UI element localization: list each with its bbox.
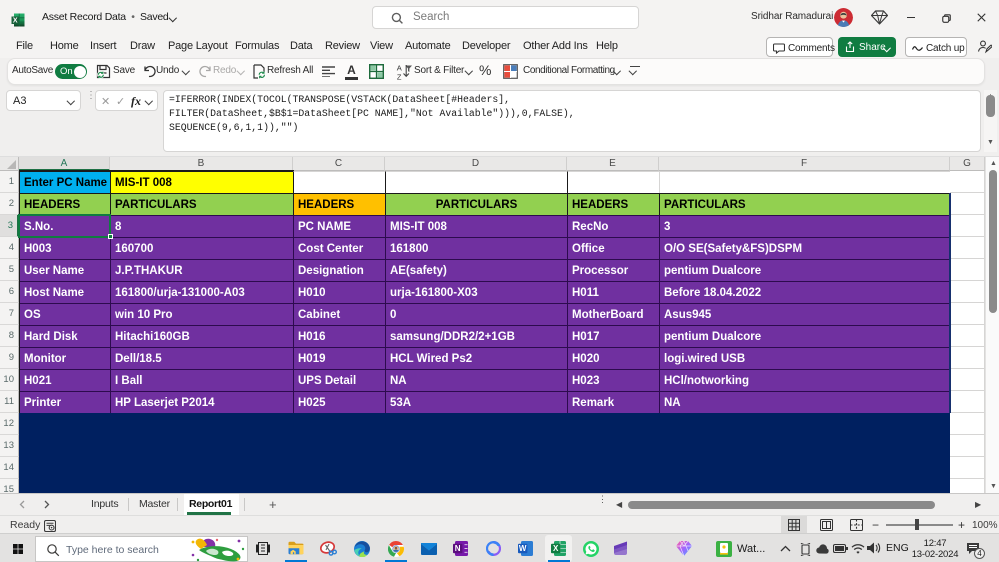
svg-text:X: X	[13, 18, 18, 25]
svg-text:X: X	[553, 544, 559, 553]
svg-text:A: A	[397, 64, 402, 73]
svg-text:N: N	[455, 544, 461, 553]
svg-text:W: W	[519, 544, 527, 553]
svg-text:Z: Z	[397, 73, 402, 81]
